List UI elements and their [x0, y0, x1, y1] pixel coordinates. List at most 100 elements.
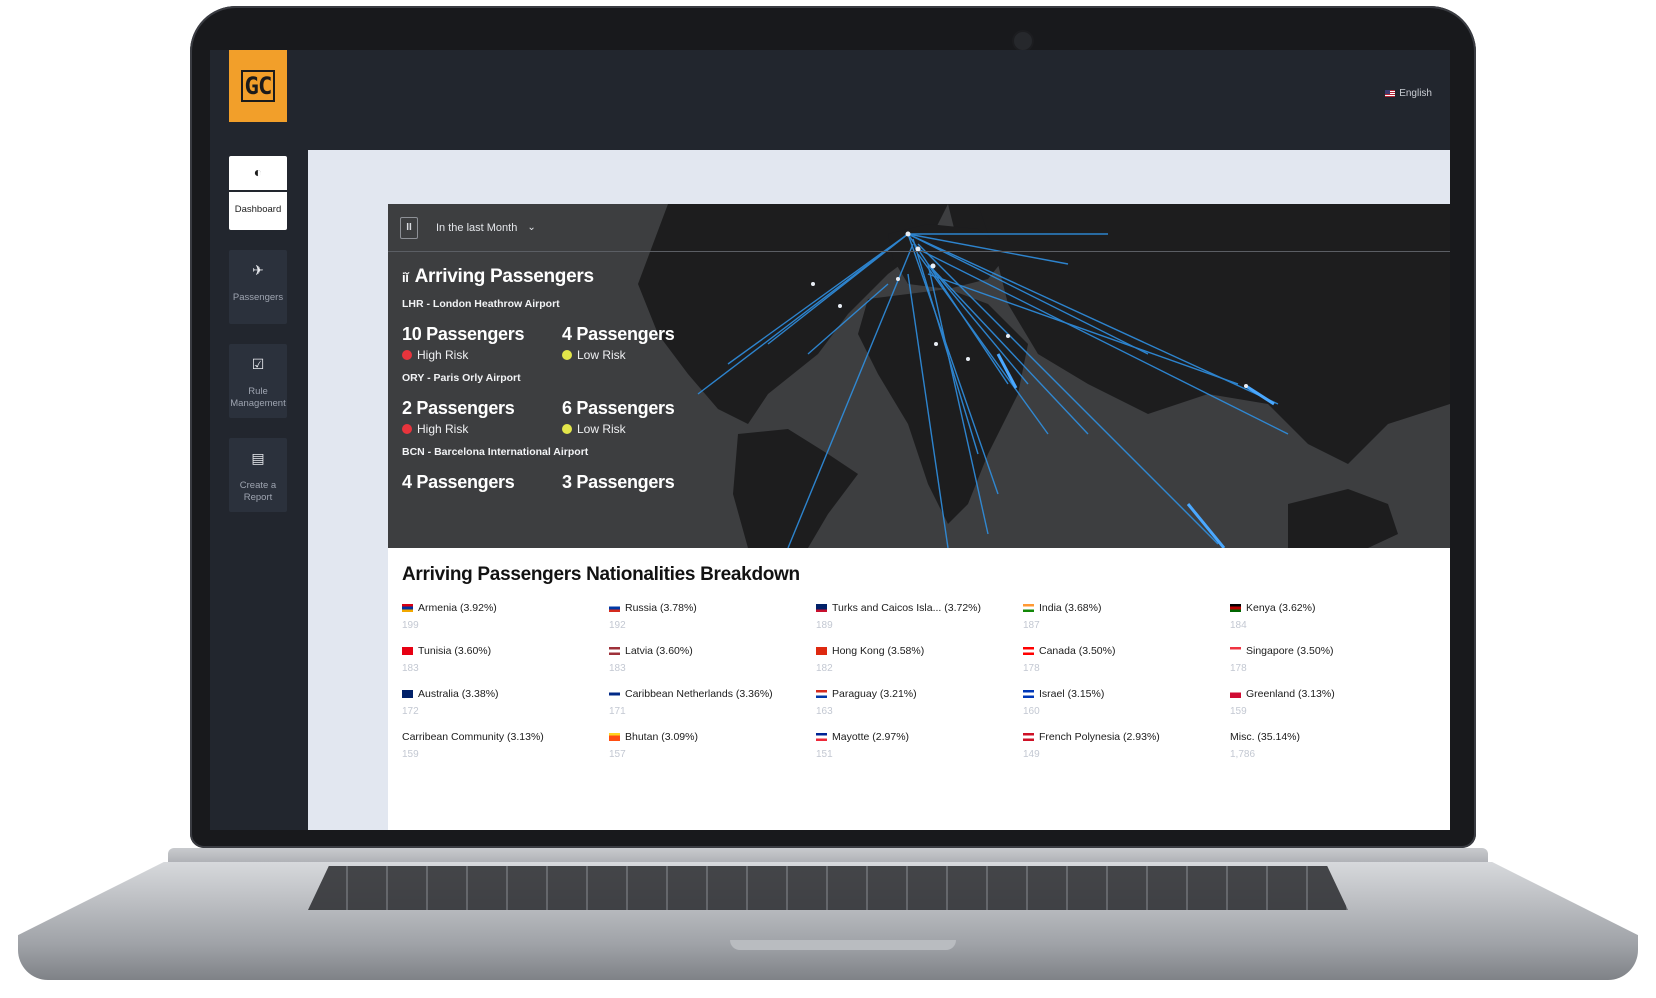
nationality-item[interactable]: Canada (3.50%) 178 [1023, 645, 1230, 674]
nationality-count: 199 [402, 620, 419, 631]
nationality-item[interactable]: Tunisia (3.60%) 183 [402, 645, 609, 674]
country-flag-icon [609, 647, 620, 655]
nationality-label: Armenia (3.92%) [418, 602, 497, 614]
nationality-label: Turks and Caicos Isla... (3.72%) [832, 602, 981, 614]
nationality-label: Russia (3.78%) [625, 602, 697, 614]
nationality-item[interactable]: Mayotte (2.97%) 151 [816, 731, 1023, 760]
nationality-label-row: Turks and Caicos Isla... (3.72%) [816, 602, 1023, 614]
country-flag-icon [816, 647, 827, 655]
nationality-label: Canada (3.50%) [1039, 645, 1116, 657]
laptop-base [18, 848, 1638, 988]
nationality-count: 149 [1023, 749, 1040, 760]
sidebar-item-dashboard[interactable]: ◐ Dashboard [229, 156, 287, 230]
passenger-count: 2 Passengers [402, 398, 515, 418]
nationality-label-row: Caribbean Netherlands (3.36%) [609, 688, 816, 700]
risk-label: High Risk [417, 348, 469, 362]
nationality-count: 151 [816, 749, 833, 760]
us-flag-icon [1385, 90, 1396, 97]
low-risk-stat: 6 Passengers Low Risk [562, 398, 722, 436]
nationality-label-row: Russia (3.78%) [609, 602, 816, 614]
high-risk-stat: 2 Passengers High Risk [402, 398, 562, 436]
nationality-item[interactable]: Bhutan (3.09%) 157 [609, 731, 816, 760]
sidebar-item-rule-management[interactable]: ☑ Rule Management [229, 344, 287, 418]
country-flag-icon [816, 690, 827, 698]
nationality-count: 183 [402, 663, 419, 674]
nationality-item[interactable]: Kenya (3.62%) 184 [1230, 602, 1437, 631]
breakdown-title: Arriving Passengers Nationalities Breakd… [402, 564, 800, 585]
nationality-label: Bhutan (3.09%) [625, 731, 698, 743]
country-flag-icon [402, 647, 413, 655]
main-content: II In the last Month ⌄ iǐ Arriving Passe… [308, 150, 1450, 830]
arrivals-title: iǐ Arriving Passengers [402, 266, 722, 288]
country-flag-icon [609, 690, 620, 698]
chevron-down-icon: ⌄ [527, 222, 536, 233]
nationality-item[interactable]: Caribbean Netherlands (3.36%) 171 [609, 688, 816, 717]
nationality-count: 178 [1023, 663, 1040, 674]
nationality-label: Greenland (3.13%) [1246, 688, 1335, 700]
airport-block-lhr: LHR - London Heathrow Airport 10 Passeng… [402, 298, 722, 362]
plane-arrival-icon: ✈ [252, 262, 264, 278]
nationality-item[interactable]: French Polynesia (2.93%) 149 [1023, 731, 1230, 760]
nationality-label: Caribbean Netherlands (3.36%) [625, 688, 773, 700]
country-flag-icon [1023, 647, 1034, 655]
nationality-label-row: India (3.68%) [1023, 602, 1230, 614]
nationality-item[interactable]: Israel (3.15%) 160 [1023, 688, 1230, 717]
nationality-item[interactable]: Turks and Caicos Isla... (3.72%) 189 [816, 602, 1023, 631]
trackpad-notch [730, 940, 956, 950]
arrivals-overlay: iǐ Arriving Passengers LHR - London Heat… [402, 266, 722, 493]
language-selector[interactable]: English [1385, 88, 1432, 99]
laptop-mockup: GC English ◐ Dashboard ✈ Passengers ☑ Ru… [0, 0, 1656, 998]
nationality-item[interactable]: Hong Kong (3.58%) 182 [816, 645, 1023, 674]
risk-label: Low Risk [577, 348, 626, 362]
nationality-label: Latvia (3.60%) [625, 645, 693, 657]
people-icon: iǐ [402, 269, 409, 285]
nationality-label-row: French Polynesia (2.93%) [1023, 731, 1230, 743]
country-flag-icon [1023, 690, 1034, 698]
airport-block-ory: ORY - Paris Orly Airport 2 Passengers Hi… [402, 372, 722, 436]
sidebar-item-create-report[interactable]: ▤ Create a Report [229, 438, 287, 512]
nationality-label-row: Singapore (3.50%) [1230, 645, 1437, 657]
nationality-item[interactable]: Misc. (35.14%) 1,786 [1230, 731, 1437, 760]
app-logo[interactable]: GC [229, 50, 287, 122]
nationality-label-row: Carribean Community (3.13%) [402, 731, 609, 743]
nationality-item[interactable]: Armenia (3.92%) 199 [402, 602, 609, 631]
high-risk-stat: 4 Passengers [402, 472, 562, 493]
nationality-item[interactable]: India (3.68%) 187 [1023, 602, 1230, 631]
nationality-label: Australia (3.38%) [418, 688, 499, 700]
nationality-label: Misc. (35.14%) [1230, 731, 1301, 743]
high-risk-dot-icon [402, 424, 412, 434]
nationality-item[interactable]: Greenland (3.13%) 159 [1230, 688, 1437, 717]
nationality-item[interactable]: Latvia (3.60%) 183 [609, 645, 816, 674]
nationality-label-row: Canada (3.50%) [1023, 645, 1230, 657]
period-dropdown[interactable]: In the last Month ⌄ [436, 222, 536, 234]
passenger-count: 4 Passengers [562, 324, 675, 344]
nationality-count: 171 [609, 706, 626, 717]
airport-name: ORY - Paris Orly Airport [402, 372, 521, 384]
risk-label: Low Risk [577, 422, 626, 436]
low-risk-stat: 4 Passengers Low Risk [562, 324, 722, 362]
nationality-label: Kenya (3.62%) [1246, 602, 1316, 614]
sidebar-item-label: Create a Report [239, 480, 277, 503]
nationality-label-row: Kenya (3.62%) [1230, 602, 1437, 614]
nationality-count: 1,786 [1230, 749, 1256, 760]
country-flag-icon [1023, 604, 1034, 612]
nationality-label: India (3.68%) [1039, 602, 1102, 614]
country-flag-icon [1023, 733, 1034, 741]
pie-chart-icon: ◐ [253, 164, 263, 181]
high-risk-stat: 10 Passengers High Risk [402, 324, 562, 362]
nationality-item[interactable]: Singapore (3.50%) 178 [1230, 645, 1437, 674]
nationality-label-row: Greenland (3.13%) [1230, 688, 1437, 700]
pause-button[interactable]: II [400, 216, 418, 239]
nationalities-breakdown: Arriving Passengers Nationalities Breakd… [388, 548, 1450, 830]
period-label: In the last Month [436, 221, 518, 234]
nationality-item[interactable]: Carribean Community (3.13%) 159 [402, 731, 609, 760]
nationality-count: 187 [1023, 620, 1040, 631]
sidebar-item-passengers[interactable]: ✈ Passengers [229, 250, 287, 324]
passenger-count: 6 Passengers [562, 398, 675, 418]
nationality-item[interactable]: Paraguay (3.21%) 163 [816, 688, 1023, 717]
nationality-item[interactable]: Russia (3.78%) 192 [609, 602, 816, 631]
nationality-count: 172 [402, 706, 419, 717]
country-flag-icon [402, 604, 413, 612]
nationality-item[interactable]: Australia (3.38%) 172 [402, 688, 609, 717]
checkbox-icon: ☑ [251, 356, 265, 372]
